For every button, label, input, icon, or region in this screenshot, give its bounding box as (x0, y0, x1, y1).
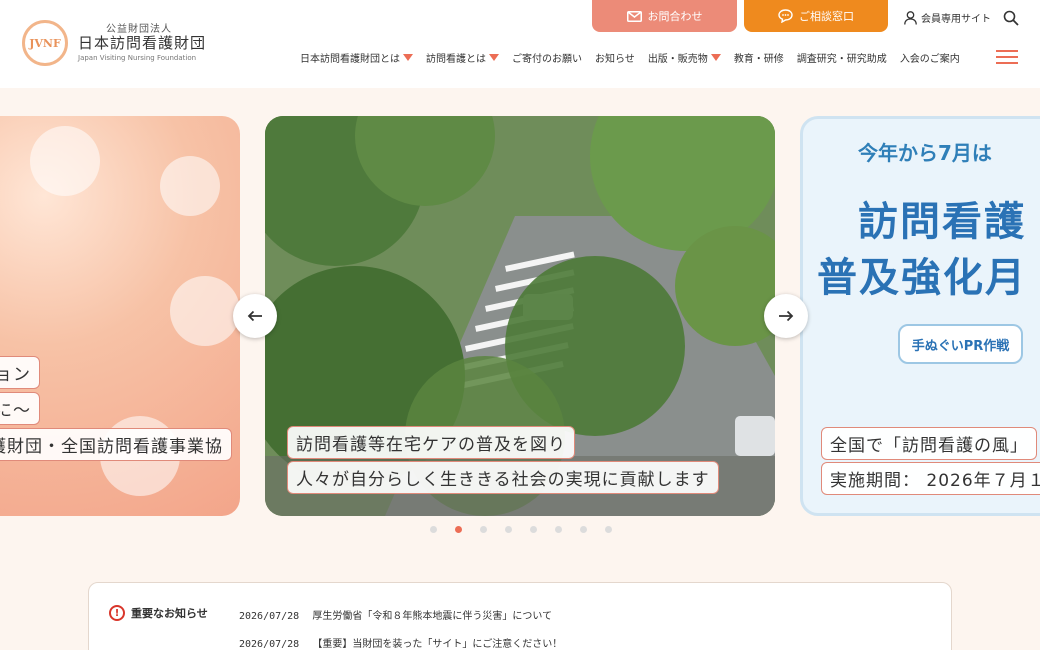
notice-title[interactable]: 厚生労働省「令和８年熊本地震に伴う災害」について (312, 611, 552, 622)
nav-label: 日本訪問看護財団とは (300, 54, 400, 65)
nav-item-donation[interactable]: ご寄付のお願い (512, 50, 582, 65)
nav-label: お知らせ (595, 54, 635, 65)
member-site-link[interactable]: 会員専用サイト (904, 10, 991, 25)
nav-item-research[interactable]: 調査研究・研究助成 (797, 50, 887, 65)
slide-current[interactable]: 訪問看護等在宅ケアの普及を図り 人々が自分らしく生ききる社会の実現に貢献します (265, 116, 775, 516)
notice-date: 2026/07/28 (239, 639, 300, 650)
slide-caption: 実施期間： 2026年７月１ (821, 462, 1040, 495)
nav-item-about-visiting-nursing[interactable]: 訪問看護とは (426, 50, 499, 65)
nav-label: 教育・研修 (733, 54, 784, 65)
nav-item-education[interactable]: 教育・研修 (734, 50, 784, 65)
slide-headline: 今年から7月は (858, 141, 992, 165)
slider-dot[interactable] (580, 526, 587, 533)
slider-dot[interactable] (530, 526, 537, 533)
contact-button[interactable]: お問合わせ (592, 0, 737, 32)
nav-label: 訪問看護とは (426, 54, 486, 65)
slider-dot[interactable] (555, 526, 562, 533)
slider-next-button[interactable] (764, 294, 808, 338)
nav-item-about-foundation[interactable]: 日本訪問看護財団とは (300, 50, 413, 65)
slide-previous[interactable]: ビジョン ために〜 護財団・全国訪問看護事業協 (0, 116, 240, 516)
slider-pagination (430, 526, 630, 533)
slide-caption: ために〜 (0, 392, 40, 425)
nav-item-news[interactable]: お知らせ (595, 50, 635, 65)
consult-button[interactable]: ご相談窓口 (744, 0, 888, 32)
bokeh-light (160, 156, 220, 216)
slide-headline: 普及強化月 (817, 255, 1027, 301)
slide-caption: 護財団・全国訪問看護事業協 (0, 428, 232, 461)
slide-caption: 訪問看護等在宅ケアの普及を図り (287, 426, 575, 459)
slider-dot[interactable] (605, 526, 612, 533)
campaign-badge: 手ぬぐいPR作戦 (898, 324, 1023, 364)
logo-mark: JVNF (22, 20, 68, 66)
site-header: JVNF 公益財団法人 日本訪問看護財団 Japan Visiting Nurs… (0, 0, 1040, 88)
search-button[interactable] (1003, 10, 1019, 30)
logo-text: 公益財団法人 日本訪問看護財団 Japan Visiting Nursing F… (78, 24, 206, 63)
nav-label: ご寄付のお願い (512, 54, 582, 65)
arrow-left-icon (247, 306, 263, 327)
nav-label: 出版・販売物 (647, 54, 708, 65)
notice-heading: ! 重要なお知らせ (109, 605, 208, 621)
notice-item[interactable]: 2026/07/28 厚生労働省「令和８年熊本地震に伴う災害」について (239, 607, 552, 622)
caret-down-icon (710, 54, 721, 61)
logo-title: 日本訪問看護財団 (78, 34, 207, 53)
notice-title[interactable]: 【重要】当財団を装った「サイト」にご注意ください！ (312, 639, 562, 650)
nav-label: 入会のご案内 (899, 54, 960, 65)
slide-caption: ビジョン (0, 356, 40, 389)
caret-down-icon (403, 54, 413, 61)
important-notice-panel: ! 重要なお知らせ 2026/07/28 厚生労働省「令和８年熊本地震に伴う災害… (88, 582, 952, 650)
consult-label: ご相談窓口 (799, 10, 854, 23)
slider-dot[interactable] (505, 526, 512, 533)
nav-label: 調査研究・研究助成 (796, 54, 887, 65)
notice-date: 2026/07/28 (239, 611, 300, 622)
alert-icon: ! (109, 605, 125, 621)
logo-english: Japan Visiting Nursing Foundation (78, 54, 197, 63)
site-logo[interactable]: JVNF 公益財団法人 日本訪問看護財団 Japan Visiting Nurs… (22, 20, 206, 66)
member-site-label: 会員専用サイト (921, 14, 991, 25)
notice-item[interactable]: 2026/07/28 【重要】当財団を装った「サイト」にご注意ください！ (239, 635, 562, 650)
hamburger-menu-icon[interactable] (996, 50, 1018, 64)
bokeh-light (30, 126, 100, 196)
user-icon (904, 10, 917, 25)
chat-bubble-icon (778, 9, 793, 23)
slider-dot[interactable] (480, 526, 487, 533)
slider-dot[interactable] (430, 526, 437, 533)
slider-prev-button[interactable] (233, 294, 277, 338)
slide-headline: 訪問看護 (858, 199, 1026, 245)
slide-caption: 人々が自分らしく生ききる社会の実現に貢献します (287, 461, 719, 494)
search-icon (1003, 10, 1019, 30)
slide-caption: 全国で「訪問看護の風」 (821, 427, 1037, 460)
slide-next[interactable]: 今年から7月は 訪問看護 普及強化月 手ぬぐいPR作戦 全国で「訪問看護の風」 … (800, 116, 1040, 516)
mail-icon (626, 10, 642, 22)
bokeh-light (170, 276, 240, 346)
nav-item-publications[interactable]: 出版・販売物 (648, 50, 721, 65)
arrow-right-icon (778, 306, 794, 327)
notice-heading-label: 重要なお知らせ (131, 607, 208, 620)
nav-item-membership[interactable]: 入会のご案内 (900, 50, 960, 65)
caret-down-icon (489, 54, 499, 61)
slider-dot-active[interactable] (455, 526, 462, 533)
contact-label: お問合わせ (647, 10, 703, 23)
main-nav: 日本訪問看護財団とは 訪問看護とは ご寄付のお願い お知らせ 出版・販売物 教育… (300, 50, 973, 65)
